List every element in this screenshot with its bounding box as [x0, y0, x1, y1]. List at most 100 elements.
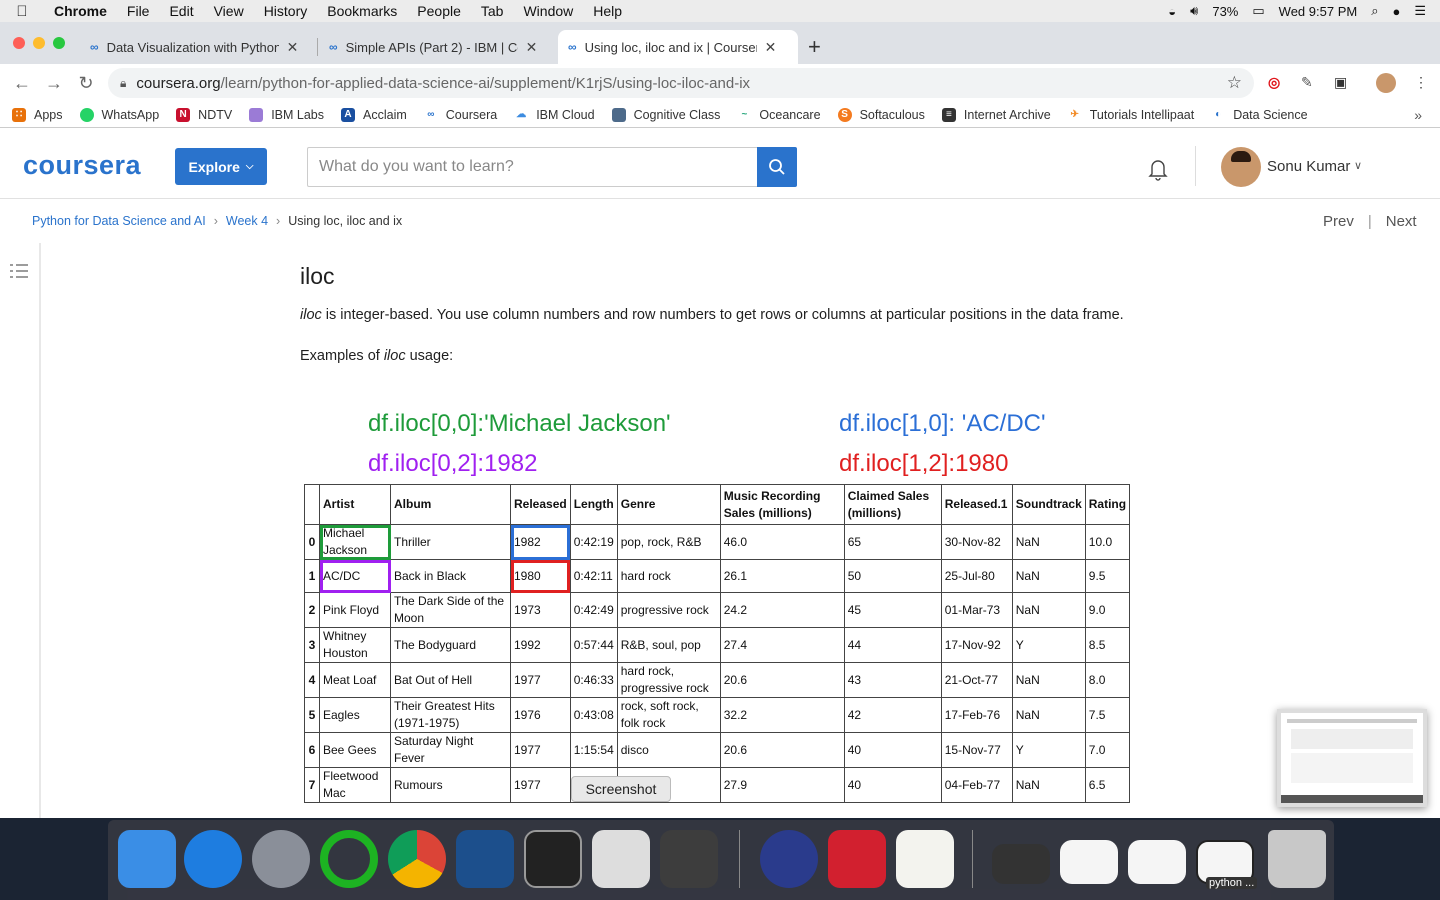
- menu-tab[interactable]: Tab: [471, 3, 514, 19]
- close-tab-icon[interactable]: ✕: [287, 39, 299, 56]
- bookmark-data-science[interactable]: ◐ Data Science: [1211, 107, 1308, 122]
- bookmark-apps[interactable]: ∷ Apps: [12, 107, 63, 122]
- siri-icon[interactable]: ●: [1392, 4, 1400, 19]
- menu-app[interactable]: Chrome: [44, 3, 117, 19]
- avatar[interactable]: [1221, 147, 1261, 187]
- chevron-down-icon[interactable]: ∨: [1354, 159, 1362, 172]
- tab-data-visualization[interactable]: ∞ Data Visualization with Python ✕: [80, 30, 318, 64]
- menu-people[interactable]: People: [407, 3, 471, 19]
- row-index: 6: [304, 732, 320, 768]
- close-tab-icon[interactable]: ✕: [765, 39, 777, 56]
- menu-bookmarks[interactable]: Bookmarks: [317, 3, 407, 19]
- opera-extension-icon[interactable]: ◎: [1268, 74, 1280, 91]
- new-tab-icon[interactable]: +: [808, 34, 821, 60]
- bookmark-internet-archive[interactable]: ≡ Internet Archive: [941, 107, 1051, 122]
- minimized-window-icon[interactable]: [992, 844, 1050, 884]
- bookmark-softaculous[interactable]: S Softaculous: [837, 107, 925, 122]
- coursera-logo[interactable]: coursera: [23, 150, 141, 181]
- tab-simple-apis[interactable]: ∞ Simple APIs (Part 2) - IBM | Co ✕: [319, 30, 557, 64]
- clock[interactable]: Wed 9:57 PM: [1279, 4, 1358, 19]
- screenshot-app-icon[interactable]: [592, 830, 650, 888]
- menu-edit[interactable]: Edit: [159, 3, 203, 19]
- bookmark-star-icon[interactable]: ☆: [1227, 73, 1242, 93]
- bookmarks-overflow-icon[interactable]: »: [1414, 107, 1422, 123]
- menu-view[interactable]: View: [204, 3, 254, 19]
- sublime-text-icon[interactable]: [660, 830, 718, 888]
- menu-window[interactable]: Window: [513, 3, 583, 19]
- column-header: Rating: [1084, 484, 1131, 525]
- table-cell: 17-Feb-76: [940, 697, 1013, 733]
- bookmark-tutorials-intellipaat[interactable]: ✈ Tutorials Intellipaat: [1067, 107, 1194, 122]
- prev-button[interactable]: Prev: [1323, 213, 1354, 230]
- back-icon[interactable]: ←: [6, 73, 38, 94]
- trash-icon[interactable]: [1268, 830, 1326, 888]
- eyedropper-extension-icon[interactable]: ✎: [1301, 74, 1313, 91]
- bookmark-oceancare[interactable]: ~ Oceancare: [737, 107, 821, 122]
- outline-list-icon[interactable]: [10, 263, 28, 279]
- tab-using-loc-iloc[interactable]: ∞ Using loc, iloc and ix | Coursera ✕: [558, 30, 798, 64]
- safari-icon[interactable]: [184, 830, 242, 888]
- quicktime-icon[interactable]: [760, 830, 818, 888]
- apple-icon[interactable]: : [0, 3, 44, 20]
- cube-extension-icon[interactable]: ▣: [1334, 74, 1347, 91]
- menu-history[interactable]: History: [254, 3, 318, 19]
- bookmark-coursera[interactable]: ∞ Coursera: [423, 107, 497, 122]
- table-cell: progressive rock: [616, 592, 721, 628]
- table-cell: Rumours: [390, 767, 511, 803]
- screenshot-thumbnail[interactable]: [1277, 709, 1427, 807]
- bookmark-cognitive-class[interactable]: Cognitive Class: [611, 107, 720, 122]
- menu-file[interactable]: File: [117, 3, 160, 19]
- chrome-menu-icon[interactable]: ⋮: [1414, 74, 1428, 91]
- softaculous-icon: S: [837, 107, 852, 122]
- user-name[interactable]: Sonu Kumar: [1267, 158, 1350, 175]
- bookmarks-bar: ∷ Apps WhatsApp N NDTV IBM Labs A Acclaim ∞…: [0, 102, 1440, 128]
- explore-button[interactable]: Explore ⌵: [175, 148, 267, 185]
- bookmark-whatsapp[interactable]: WhatsApp: [79, 107, 159, 122]
- table-cell: NaN: [1011, 662, 1086, 698]
- ring-app-icon[interactable]: [320, 830, 378, 888]
- mysql-workbench-icon[interactable]: [456, 830, 514, 888]
- notification-bell-icon[interactable]: [1146, 157, 1170, 181]
- breadcrumb-week[interactable]: Week 4: [226, 214, 268, 228]
- launchpad-icon[interactable]: [252, 830, 310, 888]
- bookmark-ibm-cloud[interactable]: ☁ IBM Cloud: [514, 107, 595, 122]
- table-cell: 20.6: [719, 662, 845, 698]
- reload-icon[interactable]: ↻: [70, 73, 102, 94]
- menu-help[interactable]: Help: [583, 3, 632, 19]
- acrobat-icon[interactable]: [828, 830, 886, 888]
- textedit-icon[interactable]: [896, 830, 954, 888]
- table-cell: 46.0: [719, 524, 845, 560]
- table-cell: 9.0: [1084, 592, 1131, 628]
- lock-icon[interactable]: 🔒︎: [120, 76, 126, 91]
- bookmark-ibm-labs[interactable]: IBM Labs: [249, 107, 324, 122]
- next-button[interactable]: Next: [1386, 213, 1417, 230]
- minimized-window-icon[interactable]: [1128, 840, 1186, 884]
- tab-title: Simple APIs (Part 2) - IBM | Co: [345, 39, 518, 55]
- close-tab-icon[interactable]: ✕: [526, 39, 538, 56]
- bookmark-acclaim[interactable]: A Acclaim: [341, 107, 407, 122]
- search-input[interactable]: What do you want to learn?: [307, 147, 757, 187]
- volume-icon[interactable]: 🔊︎: [1190, 3, 1198, 19]
- browser-chrome: ∞ Data Visualization with Python ✕ ∞ Sim…: [0, 22, 1440, 128]
- chrome-icon[interactable]: [388, 830, 446, 888]
- battery-icon[interactable]: ▭: [1252, 3, 1264, 19]
- profile-avatar-icon[interactable]: [1376, 73, 1396, 93]
- table-cell: 45: [843, 592, 942, 628]
- address-bar[interactable]: 🔒︎ coursera.org/learn/python-for-applied…: [108, 68, 1254, 98]
- notification-center-icon[interactable]: ☰: [1414, 3, 1426, 19]
- minimize-window-button[interactable]: [33, 37, 45, 49]
- wifi-icon[interactable]: ◒: [1168, 4, 1176, 19]
- spotlight-icon[interactable]: ⌕: [1371, 3, 1378, 19]
- search-button[interactable]: [757, 147, 797, 187]
- breadcrumb-course[interactable]: Python for Data Science and AI: [32, 214, 206, 228]
- terminal-icon[interactable]: [524, 830, 582, 888]
- finder-icon[interactable]: [118, 830, 176, 888]
- bookmark-ndtv[interactable]: N NDTV: [176, 107, 232, 122]
- close-window-button[interactable]: [13, 37, 25, 49]
- battery-percent[interactable]: 73%: [1212, 4, 1238, 19]
- breadcrumb-current: Using loc, iloc and ix: [288, 214, 403, 228]
- zoom-window-button[interactable]: [53, 37, 65, 49]
- minimized-window-icon[interactable]: [1060, 840, 1118, 884]
- table-cell: Fleetwood Mac: [319, 767, 391, 803]
- forward-icon[interactable]: →: [38, 73, 70, 94]
